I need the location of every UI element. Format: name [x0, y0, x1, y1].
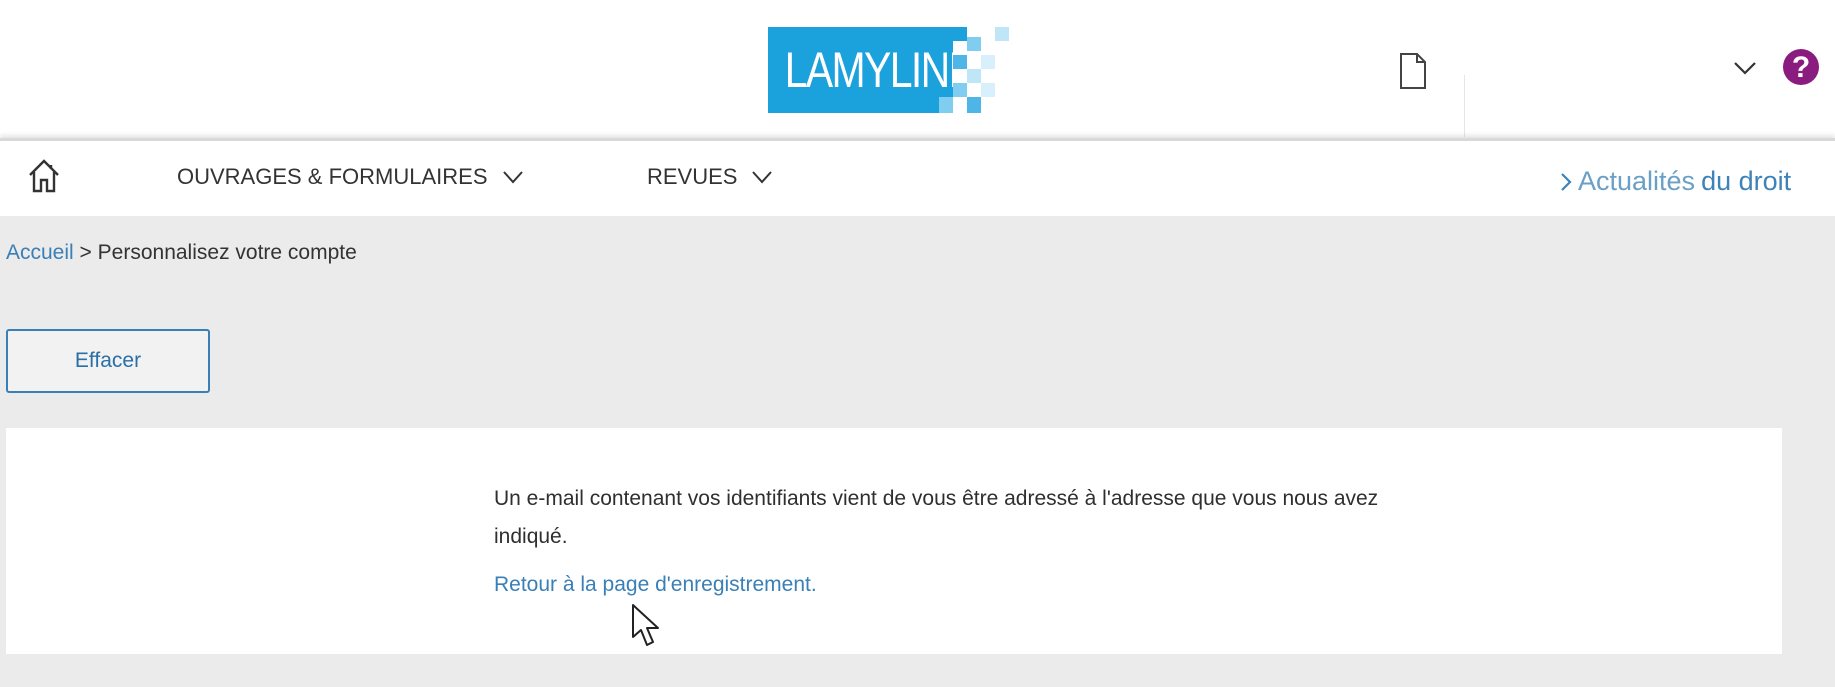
breadcrumb-home-link[interactable]: Accueil — [6, 241, 74, 264]
confirmation-panel: Un e-mail contenant vos identifiants vie… — [6, 428, 1782, 654]
chevron-down-icon[interactable] — [1733, 60, 1757, 76]
confirmation-message: Un e-mail contenant vos identifiants vie… — [494, 487, 1379, 548]
chevron-down-icon — [502, 171, 523, 184]
breadcrumb-separator: > — [79, 241, 92, 264]
main-nav: OUVRAGES & FORMULAIRES REVUES Actualités… — [0, 138, 1835, 216]
chevron-down-icon — [752, 171, 773, 184]
logo-text: LAMYLINE — [784, 42, 976, 98]
logo-pixel — [981, 27, 995, 41]
chevron-right-icon — [1561, 172, 1572, 191]
news-link-prefix: Actualités — [1578, 166, 1696, 196]
logo-pixel — [953, 27, 967, 41]
logo-pixel — [981, 55, 995, 69]
nav-item-label: OUVRAGES & FORMULAIRES — [177, 164, 488, 189]
logo-pixel — [995, 27, 1009, 41]
nav-item-label: REVUES — [647, 164, 738, 189]
top-header: LAMYLINE ? — [0, 0, 1835, 138]
lamyline-logo[interactable]: LAMYLINE — [768, 27, 1020, 113]
help-icon[interactable]: ? — [1783, 49, 1819, 85]
nav-ouvrages-formulaires[interactable]: OUVRAGES & FORMULAIRES — [177, 164, 524, 190]
breadcrumb-current: Personnalisez votre compte — [97, 241, 357, 264]
actualites-du-droit-link[interactable]: Actualités du droit — [1560, 166, 1791, 197]
mouse-cursor-icon — [632, 604, 659, 646]
breadcrumb: Accueil > Personnalisez votre compte — [6, 241, 357, 265]
nav-revues[interactable]: REVUES — [647, 164, 773, 190]
logo-pixel — [939, 97, 953, 113]
logo-pixel — [967, 97, 981, 113]
clear-button[interactable]: Effacer — [6, 329, 210, 393]
header-divider — [1464, 75, 1465, 137]
logo-pixel — [953, 55, 967, 69]
home-icon[interactable] — [27, 158, 61, 194]
document-icon[interactable] — [1399, 52, 1427, 90]
news-link-suffix: du droit — [1701, 166, 1792, 196]
logo-pixel — [967, 37, 981, 51]
nav-shadow — [0, 138, 1835, 141]
logo-pixel — [967, 69, 981, 83]
logo-pixel — [953, 83, 967, 97]
return-registration-link[interactable]: Retour à la page d'enregistrement. — [494, 573, 817, 597]
logo-pixel — [981, 83, 995, 97]
